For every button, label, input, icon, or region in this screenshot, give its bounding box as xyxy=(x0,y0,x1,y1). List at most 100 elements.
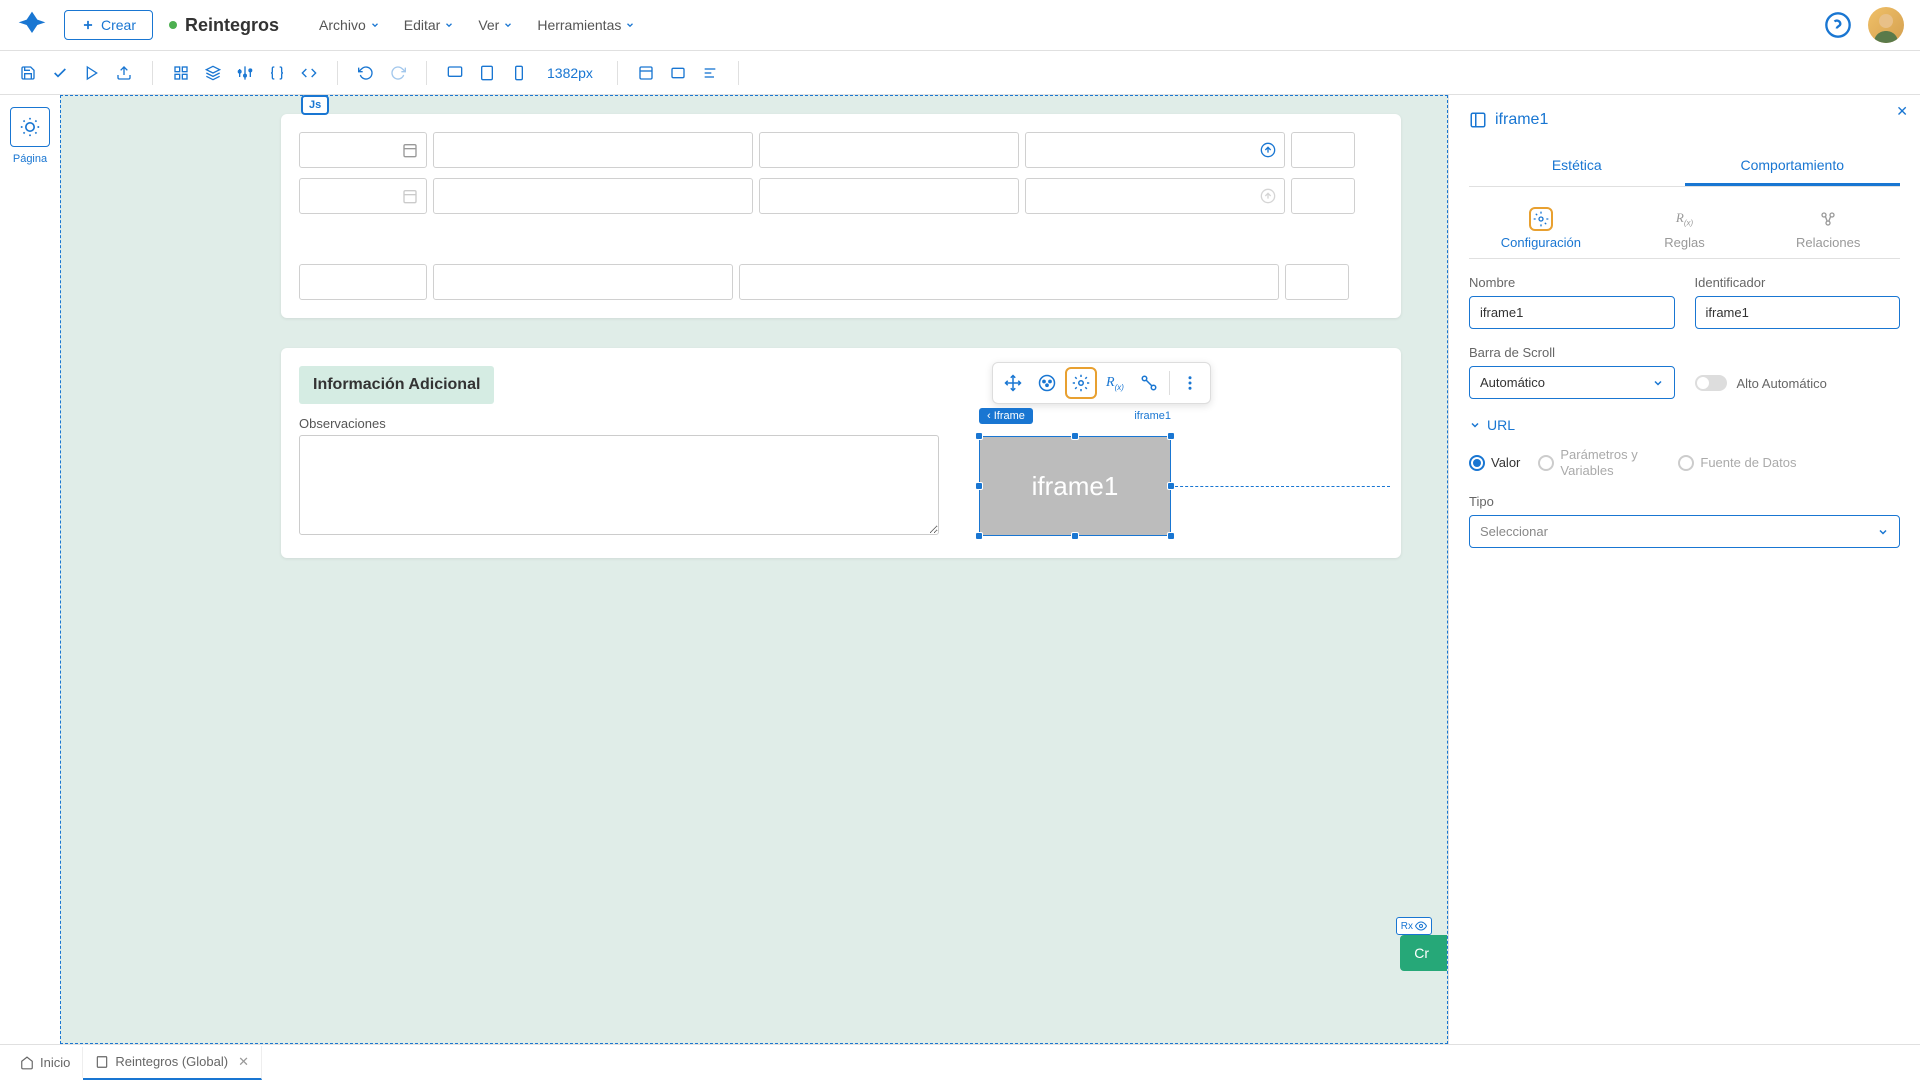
page-button[interactable] xyxy=(10,107,50,147)
auto-height-toggle[interactable] xyxy=(1695,375,1727,391)
palette-icon[interactable] xyxy=(1031,367,1063,399)
more-icon[interactable] xyxy=(1174,367,1206,399)
chevron-down-icon xyxy=(1652,377,1664,389)
observations-row: Observaciones R(x) ‹ If xyxy=(299,416,1383,540)
url-radio-group: Valor Parámetros y Variables Fuente de D… xyxy=(1469,447,1900,478)
resize-handle[interactable] xyxy=(1167,532,1175,540)
resize-handle[interactable] xyxy=(975,532,983,540)
check-icon[interactable] xyxy=(48,61,72,85)
tab-reintegros[interactable]: Reintegros (Global) ✕ xyxy=(83,1046,262,1080)
id-label: Identificador xyxy=(1695,275,1901,290)
form-cell[interactable] xyxy=(1291,132,1355,168)
form-cell[interactable] xyxy=(759,178,1019,214)
calendar-icon xyxy=(402,188,418,204)
name-input[interactable] xyxy=(1469,296,1675,329)
close-icon[interactable]: ✕ xyxy=(1896,103,1908,120)
id-input[interactable] xyxy=(1695,296,1901,329)
chevron-down-icon xyxy=(1469,419,1481,431)
close-tab-icon[interactable]: ✕ xyxy=(238,1054,249,1070)
relations-icon[interactable] xyxy=(1133,367,1165,399)
play-icon[interactable] xyxy=(80,61,104,85)
toolbar-divider xyxy=(426,61,427,85)
rules-icon: R(x) xyxy=(1673,207,1697,231)
form-cell[interactable] xyxy=(433,132,753,168)
align-icon[interactable] xyxy=(698,61,722,85)
relations-icon xyxy=(1816,207,1840,231)
menu-edit[interactable]: Editar xyxy=(404,17,455,33)
js-badge[interactable]: Js xyxy=(301,95,329,115)
resize-handle[interactable] xyxy=(1167,432,1175,440)
move-icon[interactable] xyxy=(997,367,1029,399)
upload-icon xyxy=(1260,188,1276,204)
field-row: Barra de Scroll Automático Alto Automáti… xyxy=(1469,345,1900,399)
sub-tab-rules[interactable]: R(x) Reglas xyxy=(1613,199,1757,258)
desktop-icon[interactable] xyxy=(443,61,467,85)
menu-file[interactable]: Archivo xyxy=(319,17,380,33)
green-action-button[interactable]: Cr xyxy=(1400,935,1447,971)
form-cell[interactable] xyxy=(1025,132,1285,168)
iframe-element[interactable]: iframe1 xyxy=(979,436,1171,536)
tab-behavior[interactable]: Comportamiento xyxy=(1685,147,1901,186)
gear-icon[interactable] xyxy=(1065,367,1097,399)
radio-icon xyxy=(1538,455,1554,471)
layout-icon[interactable] xyxy=(634,61,658,85)
panel-icon[interactable] xyxy=(666,61,690,85)
save-icon[interactable] xyxy=(16,61,40,85)
mobile-icon[interactable] xyxy=(507,61,531,85)
grid-icon[interactable] xyxy=(169,61,193,85)
create-button-label: Crear xyxy=(101,17,136,33)
form-cell[interactable] xyxy=(433,264,733,300)
left-sidebar: Página xyxy=(0,95,60,1044)
type-select[interactable]: Seleccionar xyxy=(1469,515,1900,548)
create-button[interactable]: Crear xyxy=(64,10,153,40)
rx-badge[interactable]: Rx xyxy=(1396,917,1432,935)
redo-icon[interactable] xyxy=(386,61,410,85)
page-label: Página xyxy=(13,153,47,165)
resize-handle[interactable] xyxy=(975,432,983,440)
canvas-inner: Js xyxy=(60,95,1448,1044)
page-title-group: Reintegros xyxy=(169,15,279,36)
rules-icon[interactable]: R(x) xyxy=(1099,367,1131,399)
resize-handle[interactable] xyxy=(975,482,983,490)
form-cell[interactable] xyxy=(299,132,427,168)
form-cell[interactable] xyxy=(299,264,427,300)
undo-icon[interactable] xyxy=(354,61,378,85)
app-logo[interactable] xyxy=(16,9,48,41)
scrollbar-select[interactable]: Automático xyxy=(1469,366,1675,399)
form-cell[interactable] xyxy=(739,264,1279,300)
export-icon[interactable] xyxy=(112,61,136,85)
chevron-down-icon xyxy=(370,20,380,30)
form-cell[interactable] xyxy=(759,132,1019,168)
resize-handle[interactable] xyxy=(1071,432,1079,440)
chevron-down-icon xyxy=(625,20,635,30)
sub-tab-config[interactable]: Configuración xyxy=(1469,199,1613,258)
canvas-area[interactable]: Js xyxy=(60,95,1448,1044)
radio-params[interactable]: Parámetros y Variables xyxy=(1538,447,1660,478)
settings-icon[interactable] xyxy=(233,61,257,85)
form-cell[interactable] xyxy=(1291,178,1355,214)
resize-handle[interactable] xyxy=(1071,532,1079,540)
tab-home[interactable]: Inicio xyxy=(8,1047,83,1078)
url-section-header[interactable]: URL xyxy=(1469,417,1900,433)
layers-icon[interactable] xyxy=(201,61,225,85)
sub-tab-relations[interactable]: Relaciones xyxy=(1756,199,1900,258)
observations-input[interactable] xyxy=(299,435,939,535)
iframe-container: R(x) ‹ Iframe iframe1 iframe1 xyxy=(979,436,1171,536)
form-cell[interactable] xyxy=(1285,264,1349,300)
form-cell[interactable] xyxy=(433,178,753,214)
user-avatar[interactable] xyxy=(1868,7,1904,43)
tab-aesthetics[interactable]: Estética xyxy=(1469,147,1685,186)
form-cell[interactable] xyxy=(1025,178,1285,214)
iframe-breadcrumb[interactable]: ‹ Iframe xyxy=(979,408,1033,424)
help-icon[interactable] xyxy=(1824,11,1852,39)
toolbar-divider xyxy=(337,61,338,85)
radio-datasource[interactable]: Fuente de Datos xyxy=(1678,447,1796,478)
radio-value[interactable]: Valor xyxy=(1469,447,1520,478)
form-cell[interactable] xyxy=(299,178,427,214)
page-title: Reintegros xyxy=(185,15,279,36)
menu-tools[interactable]: Herramientas xyxy=(537,17,635,33)
tablet-icon[interactable] xyxy=(475,61,499,85)
menu-view[interactable]: Ver xyxy=(478,17,513,33)
braces-icon[interactable] xyxy=(265,61,289,85)
code-icon[interactable] xyxy=(297,61,321,85)
